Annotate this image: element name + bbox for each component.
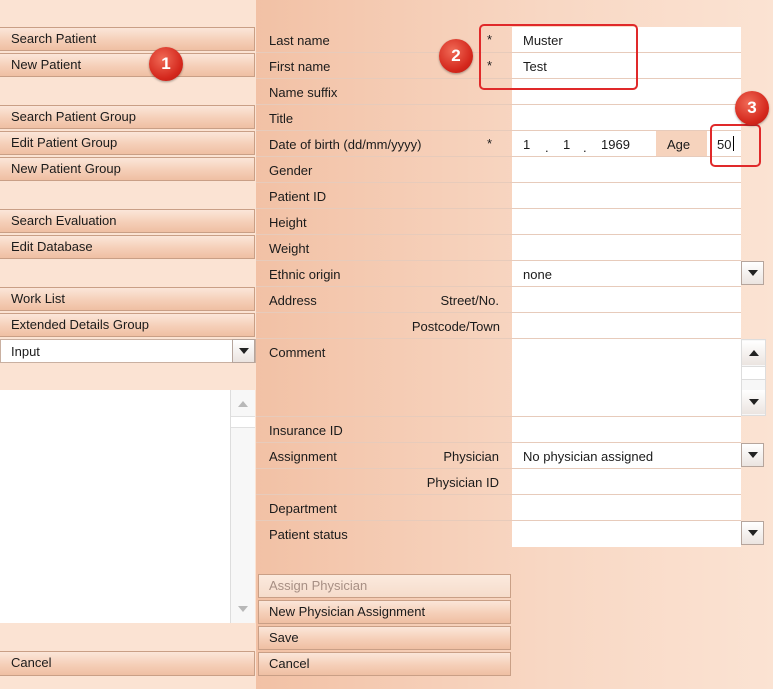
chevron-down-icon [747,270,758,276]
gender-field[interactable] [512,157,741,182]
chevron-down-icon [747,530,758,536]
chevron-down-icon [238,348,249,354]
assignment-label: Assignment [269,449,337,464]
comment-scrollbar[interactable] [741,339,766,416]
last-name-label: Last name [269,33,330,48]
physician-select[interactable]: No physician assigned [523,449,653,464]
new-patient-button[interactable]: New Patient [0,53,255,77]
patient-status-label: Patient status [269,527,348,542]
scroll-up-icon[interactable] [742,341,765,365]
weight-field[interactable] [512,235,741,260]
dob-separator: . [583,140,587,155]
scroll-up-icon[interactable] [231,392,255,416]
new-physician-assignment-button[interactable]: New Physician Assignment [258,600,511,624]
title-label: Title [269,111,294,126]
insurance-id-field[interactable] [512,417,741,442]
cancel-button[interactable]: Cancel [258,652,511,676]
date-of-birth-label: Date of birth (dd/mm/yyyy) [269,137,422,152]
department-label: Department [269,501,337,516]
scroll-down-icon[interactable] [231,597,255,621]
save-button[interactable]: Save [258,626,511,650]
street-field[interactable] [512,287,741,312]
ethnic-origin-dropdown[interactable] [741,261,764,285]
dob-month-field[interactable]: 1 [563,137,570,152]
weight-label: Weight [269,241,310,256]
insurance-id-label: Insurance ID [269,423,343,438]
physician-label: Physician [443,449,499,464]
dob-year-field[interactable]: 1969 [601,137,630,152]
annotation-badge-1: 1 [149,47,183,81]
dob-day-field[interactable]: 1 [523,137,530,152]
edit-patient-group-button[interactable]: Edit Patient Group [0,131,255,155]
address-label: Address [269,293,317,308]
patient-status-dropdown[interactable] [741,521,764,545]
comment-textarea[interactable] [512,339,741,416]
patient-status-select[interactable] [512,521,741,547]
annotation-badge-2: 2 [439,39,473,73]
search-patient-button[interactable]: Search Patient [0,27,255,51]
scroll-thumb[interactable] [231,416,255,428]
name-suffix-label: Name suffix [269,85,338,100]
highlight-age-field [710,124,761,167]
gender-label: Gender [269,163,313,178]
required-mark: * [487,136,493,151]
postcode-town-field[interactable] [512,313,741,338]
assign-physician-button[interactable]: Assign Physician [258,574,511,598]
ethnic-origin-label: Ethnic origin [269,267,341,282]
patient-id-field[interactable] [512,183,741,208]
input-select-value: Input [11,344,40,359]
scroll-down-icon[interactable] [742,390,765,414]
chevron-down-icon [747,452,758,458]
highlight-name-fields [479,24,638,90]
annotation-badge-3: 3 [735,91,769,125]
left-cancel-button[interactable]: Cancel [0,651,255,676]
height-label: Height [269,215,307,230]
physician-dropdown[interactable] [741,443,764,467]
input-select[interactable]: Input [0,339,256,363]
title-field[interactable] [512,105,741,130]
ethnic-origin-select[interactable]: none [523,267,552,282]
height-field[interactable] [512,209,741,234]
dob-separator: . [545,140,549,155]
scroll-thumb[interactable] [742,366,765,380]
left-list-scrollbar[interactable] [230,390,255,623]
department-field[interactable] [512,495,741,520]
input-select-dropdown[interactable] [232,339,255,363]
age-label: Age [667,137,691,152]
search-evaluation-button[interactable]: Search Evaluation [0,209,255,233]
street-label: Street/No. [440,293,499,308]
postcode-town-label: Postcode/Town [411,319,500,334]
work-list-button[interactable]: Work List [0,287,255,311]
edit-database-button[interactable]: Edit Database [0,235,255,259]
search-patient-group-button[interactable]: Search Patient Group [0,105,255,129]
new-patient-group-button[interactable]: New Patient Group [0,157,255,181]
extended-details-group-button[interactable]: Extended Details Group [0,313,255,337]
comment-label: Comment [269,345,326,360]
physician-id-label: Physician ID [426,475,499,490]
physician-id-field[interactable] [512,469,741,494]
patient-id-label: Patient ID [269,189,327,204]
postcode-label-clip: Postcode/Town [405,313,500,338]
left-list-box[interactable] [0,390,255,623]
first-name-label: First name [269,59,331,74]
